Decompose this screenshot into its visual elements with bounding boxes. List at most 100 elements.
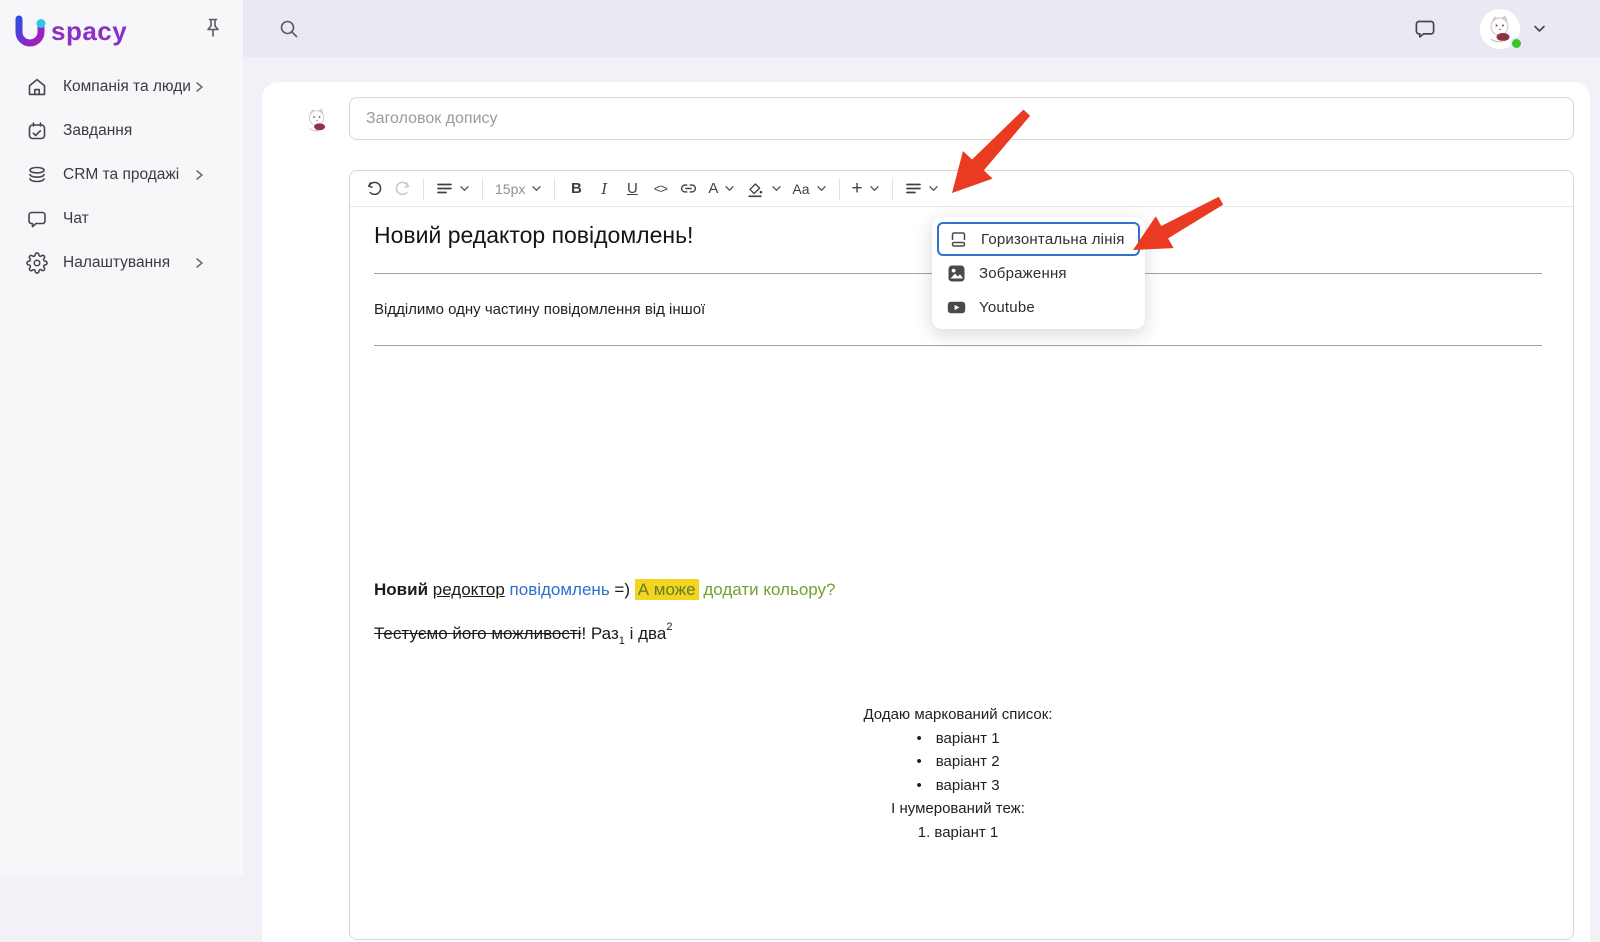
font-size-value: 15px bbox=[495, 181, 525, 197]
post-title-input[interactable] bbox=[349, 97, 1574, 140]
bullet-list-item: • варіант 3 bbox=[374, 774, 1542, 798]
chat-icon bbox=[26, 208, 48, 230]
chevron-right-icon bbox=[193, 257, 205, 269]
chevron-down-icon bbox=[869, 183, 880, 194]
plus-icon: + bbox=[852, 178, 863, 200]
undo-icon bbox=[366, 180, 383, 197]
post-author-avatar bbox=[300, 103, 334, 137]
menu-item-label: Зображення bbox=[979, 265, 1067, 282]
sidebar-item-crm[interactable]: CRM та продажі bbox=[0, 153, 243, 197]
chevron-down-icon bbox=[724, 183, 735, 194]
typography-button[interactable]: Aa bbox=[787, 175, 831, 203]
pin-sidebar-button[interactable] bbox=[201, 16, 225, 40]
sidebar-item-label: Компанія та люди bbox=[63, 78, 191, 96]
editor-strike-line: Тестуємо його можливості! Раз1 і два2 bbox=[374, 614, 1542, 654]
menu-item-horizontal-line[interactable]: Горизонтальна лінія bbox=[937, 222, 1140, 256]
align-button[interactable] bbox=[900, 175, 944, 203]
bullet-item-text: варіант 2 bbox=[936, 753, 1000, 770]
chevron-down-icon bbox=[1532, 21, 1547, 36]
bullet-item-text: варіант 3 bbox=[936, 777, 1000, 794]
search-button[interactable] bbox=[278, 18, 300, 40]
chevron-down-icon bbox=[816, 183, 827, 194]
home-icon bbox=[26, 76, 48, 98]
sidebar-item-chat[interactable]: Чат bbox=[0, 197, 243, 241]
fill-color-icon bbox=[745, 179, 765, 199]
numbered-list-intro: І нумерований теж: bbox=[374, 797, 1542, 821]
link-icon bbox=[679, 179, 698, 198]
italic-button[interactable]: I bbox=[590, 175, 618, 203]
chevron-down-icon bbox=[771, 183, 782, 194]
sidebar-item-company[interactable]: Компанія та люди bbox=[0, 65, 243, 109]
tasks-icon bbox=[26, 120, 48, 142]
editor-rich-line: Новий редоктор повідомлень =) А може дод… bbox=[374, 577, 1542, 603]
image-icon bbox=[947, 264, 966, 283]
post-editor-card: 15px B I U <> A bbox=[262, 82, 1590, 942]
align-left-icon bbox=[905, 180, 922, 197]
highlighted-text: А може bbox=[635, 579, 699, 600]
chevron-right-icon bbox=[193, 81, 205, 93]
plain-text: =) bbox=[614, 580, 630, 599]
highlight-color-button[interactable] bbox=[740, 175, 787, 203]
sidebar-item-label: Чат bbox=[63, 210, 89, 228]
menu-item-youtube[interactable]: Youtube bbox=[937, 290, 1140, 324]
user-avatar[interactable] bbox=[1480, 9, 1520, 49]
menu-item-label: Youtube bbox=[979, 299, 1035, 316]
blue-text: повідомлень bbox=[510, 580, 610, 599]
font-size-button[interactable]: 15px bbox=[490, 175, 547, 203]
bullet-item-text: варіант 1 bbox=[936, 730, 1000, 747]
settings-icon bbox=[26, 252, 48, 274]
sidebar-item-tasks[interactable]: Завдання bbox=[0, 109, 243, 153]
topbar bbox=[243, 0, 1600, 57]
paragraph-format-icon bbox=[436, 180, 453, 197]
toolbar-divider bbox=[892, 178, 893, 200]
menu-item-image[interactable]: Зображення bbox=[937, 256, 1140, 290]
menu-item-label: Горизонтальна лінія bbox=[981, 231, 1125, 248]
youtube-icon bbox=[947, 298, 966, 317]
bold-button[interactable]: B bbox=[562, 175, 590, 203]
toolbar-divider bbox=[482, 178, 483, 200]
underlined-text: редоктор bbox=[433, 580, 505, 599]
undo-button[interactable] bbox=[360, 175, 388, 203]
topbar-right-cluster bbox=[1413, 9, 1600, 49]
messages-button[interactable] bbox=[1413, 17, 1437, 41]
sidebar-item-label: CRM та продажі bbox=[63, 166, 179, 184]
chat-bubble-icon bbox=[1413, 17, 1437, 41]
bullet-marker: • bbox=[916, 750, 921, 774]
editor-centered-block: Додаю маркований список: • варіант 1 • вар… bbox=[374, 703, 1542, 844]
bullet-marker: • bbox=[916, 774, 921, 798]
insert-button[interactable]: + bbox=[847, 175, 885, 203]
text-color-button[interactable]: A bbox=[703, 175, 740, 203]
online-status-badge bbox=[1510, 37, 1523, 50]
subscript-text: 1 bbox=[619, 635, 625, 647]
sidebar: spacy Компанія та люди bbox=[0, 0, 243, 877]
text-color-label: A bbox=[708, 180, 718, 197]
chevron-down-icon bbox=[531, 183, 542, 194]
redo-button[interactable] bbox=[388, 175, 416, 203]
bullet-marker: • bbox=[916, 727, 921, 751]
search-icon bbox=[278, 18, 300, 40]
bullet-list-item: • варіант 2 bbox=[374, 750, 1542, 774]
uspacy-logo-icon bbox=[15, 15, 47, 49]
insert-dropdown-menu: Горизонтальна лінія Зображення Youtube bbox=[932, 217, 1145, 329]
profile-menu-button[interactable] bbox=[1532, 21, 1547, 36]
pin-icon bbox=[201, 16, 225, 40]
sidebar-item-settings[interactable]: Налаштування bbox=[0, 241, 243, 285]
chevron-down-icon bbox=[928, 183, 939, 194]
code-button[interactable]: <> bbox=[646, 175, 674, 203]
bold-text: Новий bbox=[374, 580, 428, 599]
underline-button[interactable]: U bbox=[618, 175, 646, 203]
horizontal-rule bbox=[374, 345, 1542, 346]
uspacy-logo-text: spacy bbox=[51, 16, 127, 47]
sidebar-item-label: Завдання bbox=[63, 122, 132, 140]
paragraph-format-button[interactable] bbox=[431, 175, 475, 203]
plain-text: і два bbox=[630, 624, 667, 643]
green-text: додати кольору? bbox=[703, 580, 835, 599]
sidebar-nav: Компанія та люди Завдання bbox=[0, 65, 243, 285]
superscript-text: 2 bbox=[666, 621, 672, 633]
link-button[interactable] bbox=[674, 175, 703, 203]
toolbar-divider bbox=[839, 178, 840, 200]
sidebar-item-label: Налаштування bbox=[63, 254, 170, 272]
toolbar-divider bbox=[554, 178, 555, 200]
list-intro: Додаю маркований список: bbox=[374, 703, 1542, 727]
crm-icon bbox=[26, 164, 48, 186]
